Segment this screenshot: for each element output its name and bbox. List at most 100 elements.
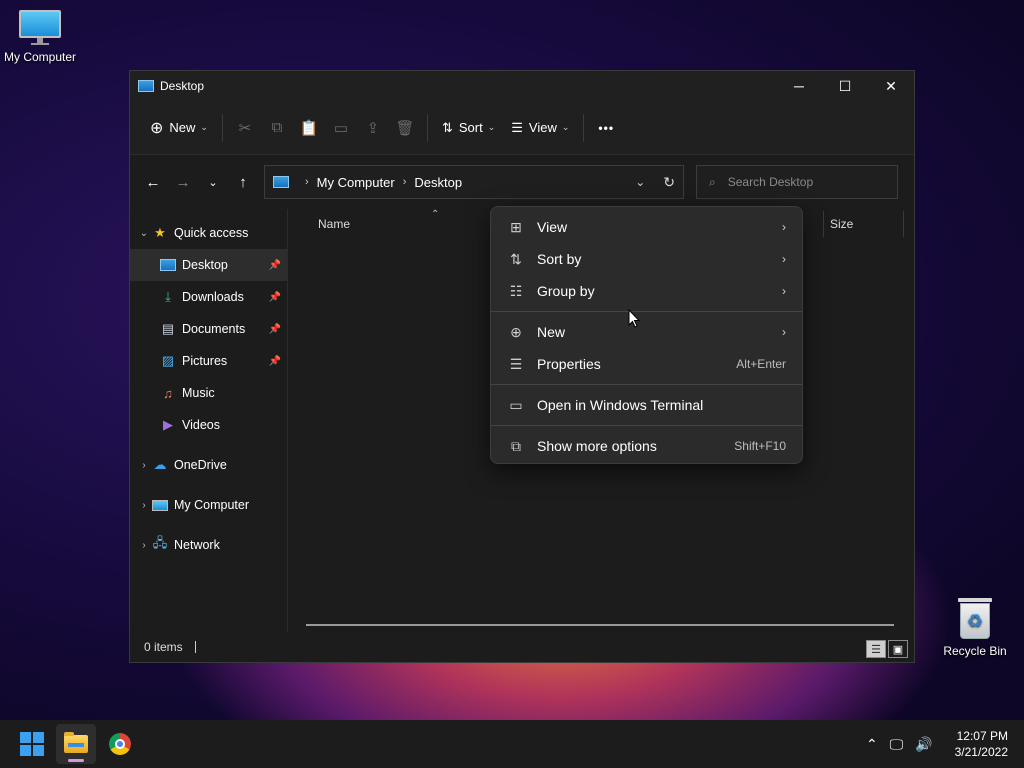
start-button[interactable] bbox=[12, 724, 52, 764]
sidebar-item-documents[interactable]: ▤ Documents 📌 bbox=[130, 313, 287, 345]
chevron-down-icon[interactable]: ⌄ bbox=[136, 228, 152, 239]
recycle-bin-icon: ♻ bbox=[958, 598, 992, 640]
menu-item-label: Show more options bbox=[537, 438, 657, 454]
desktop-icon-label: Recycle Bin bbox=[943, 644, 1007, 658]
sidebar-item-onedrive[interactable]: › ☁ OneDrive bbox=[130, 449, 287, 481]
active-indicator bbox=[68, 759, 84, 762]
status-bar: 0 items ☰ ▣ bbox=[130, 632, 914, 662]
rename-icon[interactable]: ▭ bbox=[325, 111, 357, 145]
large-icons-view-icon[interactable]: ▣ bbox=[888, 640, 908, 658]
search-input[interactable]: ⌕ Search Desktop bbox=[696, 165, 898, 199]
clock[interactable]: 12:07 PM 3/21/2022 bbox=[955, 728, 1008, 760]
menu-item-view[interactable]: ⊞ View › bbox=[495, 211, 798, 243]
sidebar-item-quick-access[interactable]: ⌄ ★ Quick access bbox=[130, 217, 287, 249]
menu-item-label: Properties bbox=[537, 356, 601, 372]
properties-icon: ☰ bbox=[509, 355, 523, 372]
new-button[interactable]: ⊕ New ⌄ bbox=[142, 111, 216, 145]
pin-icon[interactable]: 📌 bbox=[269, 292, 281, 303]
chevron-right-icon[interactable]: › bbox=[136, 500, 152, 511]
show-hidden-icons-chevron-icon[interactable]: ⌃ bbox=[866, 736, 878, 753]
copy-icon[interactable]: ⧉ bbox=[261, 111, 293, 145]
sidebar-item-network[interactable]: › 🖧 Network bbox=[130, 529, 287, 561]
command-bar: ⊕ New ⌄ ✂ ⧉ 📋 ▭ ⇪ 🗑 ⇅ Sort ⌄ ☰ View ⌄ ••… bbox=[130, 101, 914, 155]
maximize-button[interactable]: ☐ bbox=[822, 71, 868, 101]
horizontal-scrollbar[interactable] bbox=[306, 624, 894, 626]
view-button[interactable]: ☰ View ⌄ bbox=[503, 111, 577, 145]
refresh-icon[interactable]: ↻ bbox=[663, 174, 675, 191]
sidebar-item-label: My Computer bbox=[174, 498, 250, 512]
menu-separator bbox=[491, 311, 802, 312]
sidebar-item-my-computer[interactable]: › My Computer bbox=[130, 489, 287, 521]
menu-item-shortcut: Alt+Enter bbox=[736, 357, 786, 371]
address-bar[interactable]: › My Computer › Desktop ⌄ ↻ bbox=[264, 165, 684, 199]
pin-icon[interactable]: 📌 bbox=[269, 260, 281, 271]
sort-icon: ⇅ bbox=[441, 119, 453, 135]
taskbar-file-explorer[interactable] bbox=[56, 724, 96, 764]
delete-icon[interactable]: 🗑 bbox=[389, 111, 421, 145]
desktop-icon-recycle-bin[interactable]: ♻ Recycle Bin bbox=[935, 598, 1015, 658]
sidebar-item-label: Quick access bbox=[174, 226, 249, 240]
videos-icon: ▶ bbox=[163, 417, 173, 432]
folder-desktop-icon bbox=[138, 80, 154, 92]
up-arrow-icon[interactable]: ↑ bbox=[228, 167, 258, 197]
details-view-icon[interactable]: ☰ bbox=[866, 640, 886, 658]
paste-icon[interactable]: 📋 bbox=[293, 111, 325, 145]
column-header-name[interactable]: Name bbox=[318, 217, 350, 231]
navigation-bar: ← → ⌄ ↑ › My Computer › Desktop ⌄ ↻ ⌕ Se… bbox=[130, 155, 914, 209]
network-status-icon[interactable]: 🖵 bbox=[890, 736, 904, 753]
group-icon: ☷ bbox=[509, 282, 523, 299]
list-view-icon: ☰ bbox=[511, 119, 523, 135]
sidebar-item-label: Documents bbox=[182, 322, 246, 336]
chevron-right-icon[interactable]: › bbox=[136, 540, 152, 551]
minimize-button[interactable]: ─ bbox=[776, 71, 822, 101]
menu-item-group-by[interactable]: ☷ Group by › bbox=[495, 275, 798, 307]
sort-button[interactable]: ⇅ Sort ⌄ bbox=[434, 111, 503, 145]
more-options-button[interactable]: ••• bbox=[590, 111, 622, 145]
menu-item-show-more-options[interactable]: ⧉ Show more options Shift+F10 bbox=[495, 430, 798, 462]
download-icon: ⤓ bbox=[165, 289, 171, 304]
pin-icon[interactable]: 📌 bbox=[269, 356, 281, 367]
pictures-icon: ▨ bbox=[161, 353, 175, 368]
pin-icon[interactable]: 📌 bbox=[269, 324, 281, 335]
menu-item-properties[interactable]: ☰ Properties Alt+Enter bbox=[495, 348, 798, 380]
address-history-chevron-icon[interactable]: ⌄ bbox=[635, 175, 645, 189]
column-header-size[interactable]: Size bbox=[823, 211, 853, 237]
sidebar-item-music[interactable]: ♫ Music bbox=[130, 377, 287, 409]
sidebar-item-label: Music bbox=[182, 386, 215, 400]
sidebar-item-downloads[interactable]: ⤓ Downloads 📌 bbox=[130, 281, 287, 313]
back-arrow-icon[interactable]: ← bbox=[138, 167, 168, 197]
chevron-right-icon[interactable]: › bbox=[136, 460, 152, 471]
more-icon: ••• bbox=[598, 120, 615, 135]
menu-item-new[interactable]: ⊕ New › bbox=[495, 316, 798, 348]
cut-icon[interactable]: ✂ bbox=[229, 111, 261, 145]
plus-circle-icon: ⊕ bbox=[150, 119, 164, 137]
sidebar-item-videos[interactable]: ▶ Videos bbox=[130, 409, 287, 441]
chrome-icon bbox=[109, 733, 131, 755]
toolbar-divider bbox=[426, 113, 428, 142]
breadcrumb-separator-icon: › bbox=[402, 176, 407, 188]
toolbar-divider bbox=[583, 113, 585, 142]
document-icon: ▤ bbox=[161, 321, 175, 336]
breadcrumb-desktop[interactable]: Desktop bbox=[414, 175, 462, 190]
monitor-icon bbox=[19, 10, 61, 46]
breadcrumb-my-computer[interactable]: My Computer bbox=[317, 175, 395, 190]
taskbar-chrome[interactable] bbox=[100, 724, 140, 764]
sort-icon: ⇅ bbox=[510, 250, 522, 267]
taskbar: ⌃ 🖵 🔊 12:07 PM 3/21/2022 bbox=[0, 720, 1024, 768]
menu-item-open-terminal[interactable]: ▭ Open in Windows Terminal bbox=[495, 389, 798, 421]
share-icon[interactable]: ⇪ bbox=[357, 111, 389, 145]
sidebar-item-desktop[interactable]: Desktop 📌 bbox=[130, 249, 287, 281]
chevron-right-icon: › bbox=[782, 252, 786, 266]
windows-logo-icon bbox=[20, 732, 44, 756]
recent-locations-chevron-icon[interactable]: ⌄ bbox=[198, 167, 228, 197]
close-button[interactable]: ✕ bbox=[868, 71, 914, 101]
chevron-right-icon: › bbox=[782, 325, 786, 339]
menu-item-sort-by[interactable]: ⇅ Sort by › bbox=[495, 243, 798, 275]
desktop-icon-my-computer[interactable]: My Computer bbox=[0, 10, 80, 64]
sidebar-item-pictures[interactable]: ▨ Pictures 📌 bbox=[130, 345, 287, 377]
volume-icon[interactable]: 🔊 bbox=[915, 736, 932, 753]
title-bar[interactable]: Desktop ─ ☐ ✕ bbox=[130, 71, 914, 101]
forward-arrow-icon[interactable]: → bbox=[168, 167, 198, 197]
more-options-icon: ⧉ bbox=[511, 437, 521, 454]
column-divider[interactable] bbox=[903, 211, 904, 237]
